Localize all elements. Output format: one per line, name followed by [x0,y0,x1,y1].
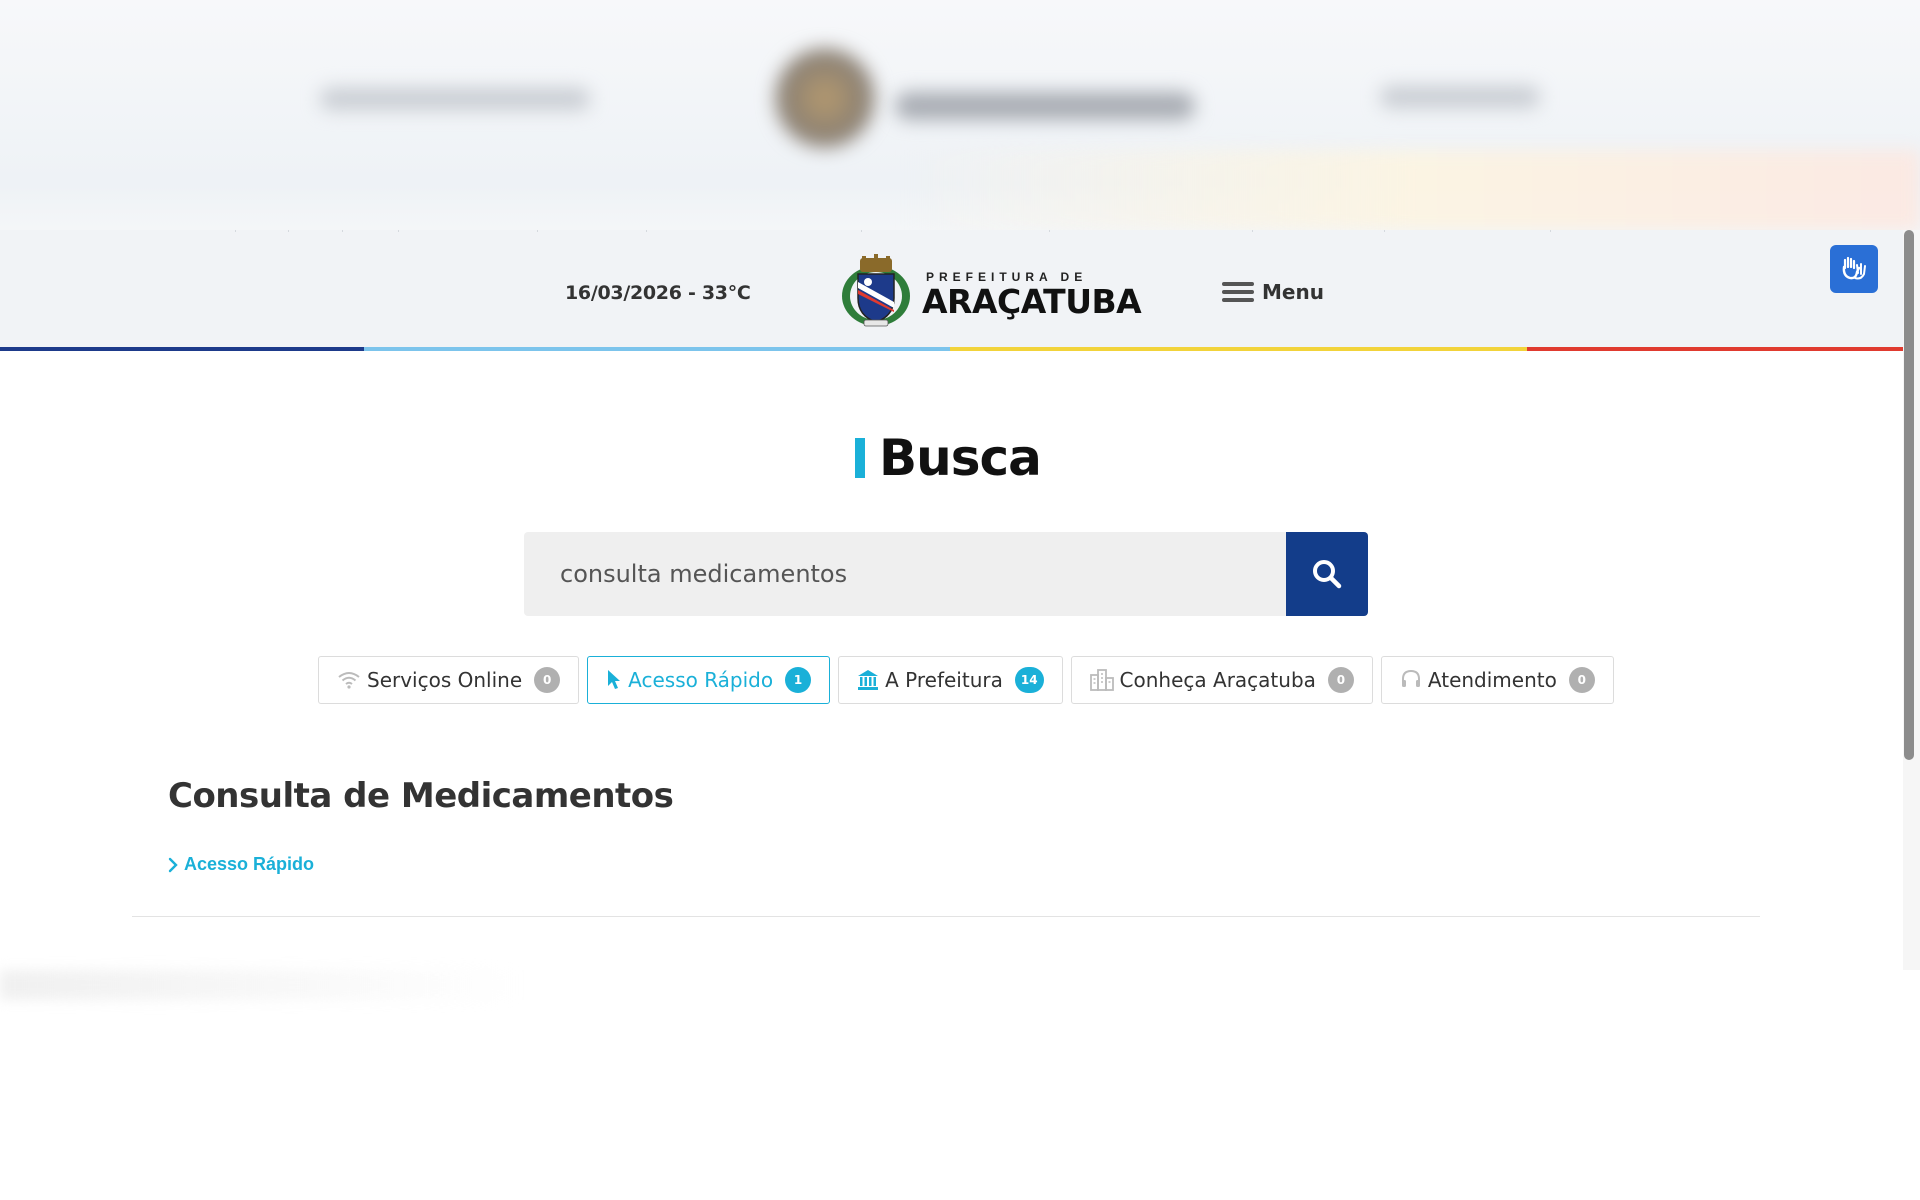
result-category-label: Acesso Rápido [184,854,315,874]
search-icon [1313,560,1342,589]
title-accent-bar [855,438,865,478]
banner-blurred-text-left [320,88,590,110]
cursor-icon [608,670,621,689]
tab-label: Atendimento [1427,668,1557,692]
tab-atendimento[interactable]: Atendimento 0 [1380,656,1614,704]
result-divider [132,916,1760,917]
banner-color-wash [900,150,1920,230]
header-top-dividers [0,230,1903,232]
page-title: Busca [855,428,1042,488]
tab-conheca-aracatuba[interactable]: Conheça Araçatuba 0 [1070,656,1373,704]
headset-icon [1401,669,1420,687]
scrollbar-thumb[interactable] [1904,230,1914,760]
tab-label: Acesso Rápido [628,668,774,692]
date-weather: 16/03/2026 - 33°C [565,282,751,304]
top-banner [0,0,1920,230]
count-badge: 14 [1014,667,1044,693]
count-badge: 0 [1327,667,1354,693]
menu-button[interactable]: Menu [1222,277,1324,307]
count-badge: 0 [534,667,561,693]
banner-blurred-logo [775,48,875,148]
wifi-icon [338,672,360,689]
count-badge: 0 [1568,667,1595,693]
banner-blurred-text-right [1380,86,1540,108]
search-input[interactable] [524,532,1286,616]
city-icon [1089,669,1114,691]
search-form [524,532,1368,616]
accessibility-libras-button[interactable] [1830,245,1878,293]
tab-label: A Prefeitura [885,668,1003,692]
logo-title: ARAÇATUBA [922,282,1142,321]
search-button[interactable] [1286,532,1368,616]
count-badge: 1 [785,667,812,693]
banner-blurred-text-center [895,92,1195,120]
sign-language-hands-icon [1842,256,1866,280]
result-title[interactable]: Consulta de Medicamentos [168,776,674,816]
chevron-right-icon [168,857,178,872]
coat-of-arms-icon [842,254,910,327]
menu-label: Menu [1262,280,1324,304]
result-category-tabs: Serviços Online 0 Acesso Rápido 1 A Pref… [318,656,1614,704]
tab-label: Serviços Online [367,668,523,692]
bank-icon [858,670,879,690]
tab-a-prefeitura[interactable]: A Prefeitura 14 [838,656,1063,704]
tab-servicos-online[interactable]: Serviços Online 0 [318,656,580,704]
hamburger-icon [1222,282,1254,302]
tab-label: Conheça Araçatuba [1119,668,1316,692]
page-title-text: Busca [879,429,1042,487]
prefeitura-logo[interactable]: PREFEITURA DE ARAÇATUBA [838,252,1142,328]
tab-acesso-rapido[interactable]: Acesso Rápido 1 [587,656,831,704]
bottom-shadow [0,970,520,1000]
result-category-link[interactable]: Acesso Rápido [168,854,314,875]
